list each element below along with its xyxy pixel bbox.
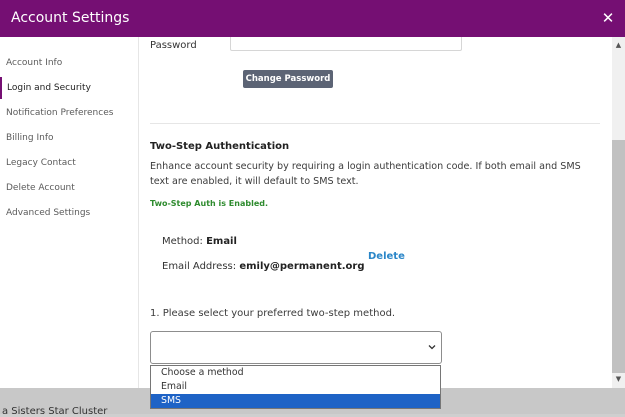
select-method-prompt: 1. Please select your preferred two-step… — [150, 308, 396, 319]
sidebar-item-account-info[interactable]: Account Info — [0, 52, 138, 74]
two-step-method-select[interactable] — [150, 331, 442, 364]
scroll-up-arrow-icon[interactable]: ▲ — [612, 39, 625, 52]
method-line: Method: Email — [162, 236, 237, 247]
option-email[interactable]: Email — [151, 380, 440, 394]
sidebar-item-notification-preferences[interactable]: Notification Preferences — [0, 102, 138, 124]
email-label: Email Address: — [162, 261, 237, 272]
password-input[interactable] — [230, 37, 462, 51]
modal-header: Account Settings ✕ — [0, 0, 625, 37]
sidebar-item-login-and-security[interactable]: Login and Security — [0, 77, 138, 99]
method-label: Method: — [162, 236, 203, 247]
scroll-down-arrow-icon[interactable]: ▼ — [612, 373, 625, 386]
delete-method-link[interactable]: Delete — [368, 251, 405, 262]
email-value: emily@permanent.org — [239, 261, 365, 272]
scrollbar-thumb[interactable] — [612, 140, 625, 373]
method-options-list: Choose a method Email SMS — [150, 365, 441, 409]
sidebar-item-billing-info[interactable]: Billing Info — [0, 127, 138, 149]
method-value: Email — [206, 236, 237, 247]
option-sms[interactable]: SMS — [151, 394, 440, 408]
background-text: a Sisters Star Cluster — [2, 406, 108, 417]
change-password-button[interactable]: Change Password — [243, 70, 333, 88]
sidebar-item-advanced-settings[interactable]: Advanced Settings — [0, 202, 138, 224]
settings-sidebar: Account Info Login and Security Notifica… — [0, 37, 138, 388]
two-step-status: Two-Step Auth is Enabled. — [150, 199, 269, 208]
sidebar-item-delete-account[interactable]: Delete Account — [0, 177, 138, 199]
modal-title: Account Settings — [11, 10, 130, 26]
email-line: Email Address: emily@permanent.org — [162, 261, 365, 272]
two-step-description: Enhance account security by requiring a … — [150, 161, 581, 187]
option-choose-method[interactable]: Choose a method — [151, 366, 440, 380]
account-settings-modal: Account Settings ✕ Account Info Login an… — [0, 0, 625, 388]
section-divider — [150, 123, 600, 124]
password-label: Password — [150, 40, 197, 51]
sidebar-item-legacy-contact[interactable]: Legacy Contact — [0, 152, 138, 174]
login-security-panel: Password Change Password Two-Step Authen… — [139, 37, 612, 388]
chevron-down-icon — [428, 345, 436, 350]
close-icon[interactable]: ✕ — [598, 8, 618, 28]
two-step-title: Two-Step Authentication — [150, 141, 290, 152]
